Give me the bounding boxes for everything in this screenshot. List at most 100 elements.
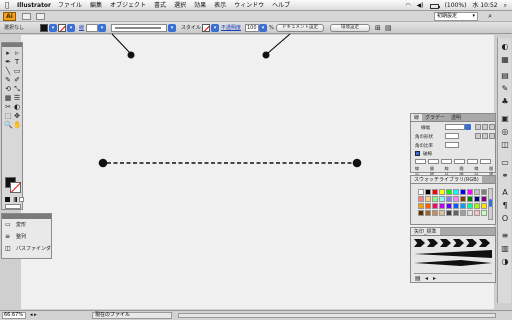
swatch-chip[interactable]	[467, 196, 473, 202]
swatch-chip[interactable]	[467, 210, 473, 216]
swatch-chip[interactable]	[453, 196, 459, 202]
arrowhead-3-icon[interactable]	[440, 239, 451, 247]
swatch-chip[interactable]	[467, 203, 473, 209]
swatch-chip[interactable]	[432, 210, 438, 216]
round-join-icon[interactable]	[482, 133, 488, 139]
swatch-chip[interactable]	[439, 203, 445, 209]
swatch-chip[interactable]	[453, 189, 459, 195]
arrowhead-6-icon[interactable]	[479, 239, 490, 247]
swatch-chip[interactable]	[453, 210, 459, 216]
symbols-panel-icon[interactable]: ♣	[500, 97, 510, 107]
swatch-chip[interactable]	[446, 203, 452, 209]
zoom-level-field[interactable]: 66.67%	[2, 312, 26, 319]
square-cap-icon[interactable]	[489, 124, 495, 130]
gap-2-input[interactable]	[454, 159, 465, 164]
hand-move-tool-icon[interactable]: ✥	[13, 112, 21, 120]
stroke-panel-icon[interactable]: ≡	[500, 231, 510, 241]
tab-gradient[interactable]: グラデー	[422, 114, 448, 121]
gradient-mode-icon[interactable]	[12, 197, 17, 202]
scissors-tool-icon[interactable]: ✂	[4, 103, 12, 111]
swatch-chip[interactable]	[481, 203, 487, 209]
character-icon[interactable]: A	[500, 188, 510, 198]
opentype-icon[interactable]: O	[500, 214, 510, 224]
swatch-chip[interactable]	[467, 189, 473, 195]
swatch-chip[interactable]	[446, 189, 452, 195]
stroke-weight-input[interactable]	[445, 124, 465, 130]
pen-tool-icon[interactable]: ✒	[4, 58, 12, 66]
appearance-icon[interactable]: ◎	[500, 127, 510, 137]
color-guide-icon[interactable]: ▦	[500, 55, 510, 65]
swatch-chip[interactable]	[481, 189, 487, 195]
zoom-tool-icon[interactable]: 🔍	[4, 121, 13, 129]
artboards-icon[interactable]: ▭	[500, 158, 510, 168]
transparency-panel-icon[interactable]: ◑	[500, 257, 510, 267]
swatch-chip[interactable]	[460, 203, 466, 209]
hand-tool-icon[interactable]: ✋	[13, 121, 22, 129]
swatch-chip[interactable]	[439, 210, 445, 216]
round-cap-icon[interactable]	[482, 124, 488, 130]
transform-panel-item[interactable]: ▭ 変形	[2, 219, 51, 231]
swatch-chip[interactable]	[418, 189, 424, 195]
arrowhead-5-icon[interactable]	[466, 239, 477, 247]
paintbrush-tool-icon[interactable]: ✎	[4, 76, 12, 84]
swatch-chip[interactable]	[474, 196, 480, 202]
graph-tool-icon[interactable]: ▦	[4, 94, 12, 102]
stroke-weight-stepper[interactable]	[465, 124, 471, 130]
swatch-chip[interactable]	[439, 196, 445, 202]
arrow-brush-stroke[interactable]	[414, 260, 492, 266]
library-menu-icon[interactable]: ▤	[415, 275, 421, 282]
swatch-chip[interactable]	[460, 189, 466, 195]
swatch-scrollbar[interactable]	[488, 188, 493, 220]
brushes-panel-icon[interactable]: ✎	[500, 84, 510, 94]
screen-mode-icon[interactable]	[5, 204, 21, 209]
rotate-tool-icon[interactable]: ⟲	[4, 85, 12, 93]
butt-cap-icon[interactable]	[475, 124, 481, 130]
swatch-chip[interactable]	[425, 210, 431, 216]
color-mode-icon[interactable]	[5, 197, 10, 202]
dash-3-input[interactable]	[467, 159, 478, 164]
miter-input[interactable]	[445, 133, 459, 139]
swatch-chip[interactable]	[481, 210, 487, 216]
swatch-chip[interactable]	[432, 196, 438, 202]
swatch-chip[interactable]	[481, 196, 487, 202]
gradient-panel-icon[interactable]: ▥	[500, 244, 510, 254]
pathfinder-panel-item[interactable]: ◫ パスファインダ	[2, 243, 51, 255]
next-library-icon[interactable]: ▸	[433, 275, 436, 282]
bevel-join-icon[interactable]	[489, 133, 495, 139]
swatch-chip[interactable]	[432, 189, 438, 195]
scale-tool-icon[interactable]: ⤡	[13, 85, 21, 93]
swatch-chip[interactable]	[446, 196, 452, 202]
fill-stroke-widget[interactable]	[5, 177, 21, 193]
links-icon[interactable]: ⚭	[500, 171, 510, 181]
swatch-chip[interactable]	[418, 210, 424, 216]
ratio-input[interactable]	[445, 142, 459, 148]
tab-stroke[interactable]: 線	[411, 114, 423, 121]
swatch-chip[interactable]	[474, 189, 480, 195]
swatch-chip[interactable]	[460, 196, 466, 202]
tab-arrow-standard[interactable]: 矢印_標準	[411, 228, 440, 235]
swatch-chip[interactable]	[425, 203, 431, 209]
swatch-chip[interactable]	[432, 203, 438, 209]
previous-library-icon[interactable]: ◂	[425, 275, 428, 282]
color-panel-icon[interactable]: ◐	[500, 42, 510, 52]
graphic-styles-icon[interactable]: ▣	[500, 114, 510, 124]
stroke-color-box[interactable]	[10, 182, 21, 193]
layers-panel-icon[interactable]: ◫	[500, 140, 510, 150]
direct-selection-tool-icon[interactable]: ▹	[13, 49, 21, 57]
gradient-tool-icon[interactable]: ◐	[13, 103, 21, 111]
status-info-field[interactable]: 現在のファイル	[92, 312, 172, 319]
swatches-panel-icon[interactable]: ▤	[500, 71, 510, 81]
gap-3-input[interactable]	[480, 159, 491, 164]
dash-1-input[interactable]	[415, 159, 426, 164]
type-tool-icon[interactable]: T	[13, 58, 21, 66]
swatch-chip[interactable]	[474, 210, 480, 216]
arrowhead-1-icon[interactable]	[414, 239, 425, 247]
swatch-chip[interactable]	[453, 203, 459, 209]
tools-panel-header[interactable]	[2, 43, 22, 47]
swatch-chip[interactable]	[460, 210, 466, 216]
swatch-chip[interactable]	[425, 196, 431, 202]
align-panel-item[interactable]: ≡ 整列	[2, 231, 51, 243]
swatch-chip[interactable]	[474, 203, 480, 209]
none-mode-icon[interactable]	[19, 197, 24, 202]
swatch-chip[interactable]	[439, 189, 445, 195]
